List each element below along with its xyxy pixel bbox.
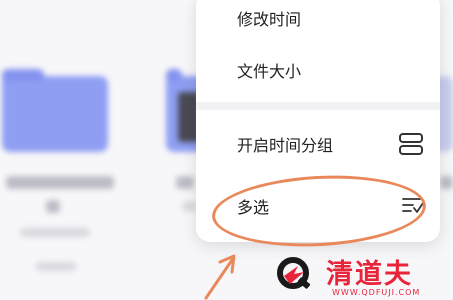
- brand-logo-icon: [277, 257, 311, 289]
- menu-item-modified-time[interactable]: 修改时间: [196, 0, 440, 44]
- menu-item-group-by-time[interactable]: 开启时间分组: [196, 118, 440, 170]
- file-name-blur: [176, 176, 194, 189]
- menu-divider: [196, 102, 440, 110]
- watermark-brand: 清道夫: [326, 259, 413, 290]
- group-by-time-icon: [399, 133, 423, 155]
- watermark-url: WWW.QDFUJI.COM: [332, 288, 421, 297]
- watermark: 清道夫 WWW.QDFUJI.COM: [272, 250, 447, 300]
- menu-item-label: 开启时间分组: [237, 136, 334, 155]
- file-meta-blur: [36, 262, 76, 271]
- menu-item-label: 修改时间: [237, 10, 302, 29]
- file-name-blur: [6, 176, 114, 189]
- folder-icon[interactable]: [2, 69, 108, 152]
- file-name-blur: [440, 176, 453, 189]
- menu-item-label: 文件大小: [237, 62, 302, 81]
- file-meta-blur: [20, 228, 90, 237]
- file-name-blur: [46, 200, 60, 213]
- pointer-arrow-icon: [204, 254, 236, 300]
- menu-item-file-size[interactable]: 文件大小: [196, 44, 440, 96]
